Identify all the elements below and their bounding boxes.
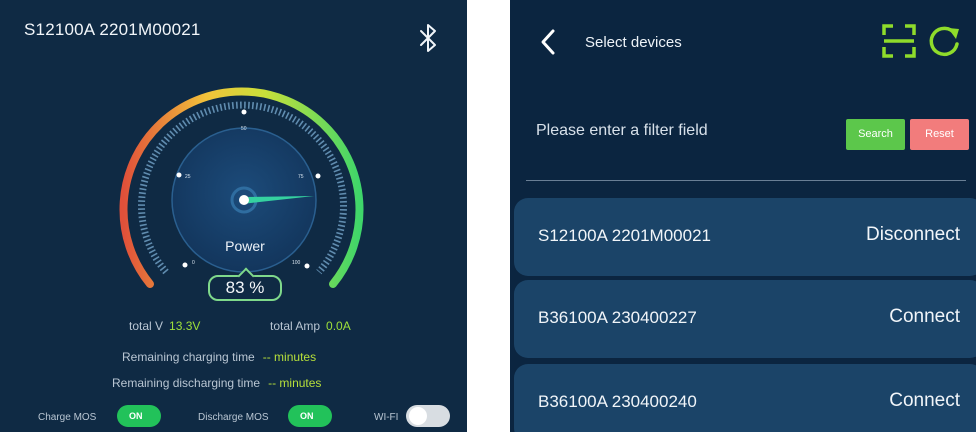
scan-icon[interactable] [882, 24, 916, 58]
total-amp: total Amp 0.0A [270, 319, 351, 333]
tick-label: 50 [241, 126, 247, 132]
charge-mos-toggle[interactable]: ON [117, 405, 161, 427]
discharge-mos-state: ON [300, 411, 314, 421]
device-row[interactable]: B36100A 230400240 Connect [514, 364, 976, 432]
gauge-hub [239, 195, 249, 205]
connect-button[interactable]: Connect [889, 390, 960, 412]
device-title: S12100A 2201M00021 [24, 20, 201, 39]
connect-button[interactable]: Connect [889, 306, 960, 328]
total-voltage: total V 13.3V [129, 319, 200, 333]
device-select-panel: Select devices Please enter a filter fie… [510, 0, 976, 432]
discharging-time: Remaining discharging time -- minutes [112, 376, 321, 390]
discharging-time-label: Remaining discharging time [112, 376, 261, 390]
filter-input[interactable]: Please enter a filter field [536, 122, 708, 140]
tick-dot [304, 263, 310, 269]
total-amp-value: 0.0A [326, 319, 351, 333]
discharge-mos-toggle[interactable]: ON [288, 405, 332, 427]
device-row[interactable]: B36100A 230400227 Connect [514, 280, 976, 358]
wifi-label: WI-FI [374, 412, 399, 423]
disconnect-button[interactable]: Disconnect [866, 224, 960, 246]
wifi-toggle[interactable] [406, 405, 450, 427]
reset-button[interactable]: Reset [910, 119, 969, 150]
discharging-time-value: -- minutes [268, 376, 322, 390]
charging-time-label: Remaining charging time [122, 350, 255, 364]
device-name: S12100A 2201M00021 [538, 226, 711, 245]
battery-status-panel: S12100A 2201M00021 0 25 50 75 100 Power … [0, 0, 467, 432]
tick-dot [182, 262, 188, 268]
tick-label: 0 [192, 260, 195, 266]
tick-label: 75 [298, 174, 304, 180]
divider [526, 180, 966, 181]
device-name: B36100A 230400227 [538, 308, 697, 327]
total-voltage-label: total V [129, 319, 164, 333]
battery-percent: 83 % [208, 275, 282, 301]
gauge-label: Power [225, 238, 265, 254]
total-amp-label: total Amp [270, 319, 321, 333]
power-gauge: 0 25 50 75 100 [119, 87, 364, 288]
tick-label: 100 [292, 260, 301, 266]
refresh-icon[interactable] [926, 24, 962, 60]
tick-dot [176, 172, 182, 178]
device-name: B36100A 230400240 [538, 392, 697, 411]
search-button[interactable]: Search [846, 119, 905, 150]
discharge-mos-label: Discharge MOS [198, 412, 269, 423]
chevron-left-icon[interactable] [540, 28, 556, 56]
charge-mos-state: ON [129, 411, 143, 421]
tick-dot [315, 173, 321, 179]
page-title: Select devices [585, 34, 682, 51]
tick-dot [241, 109, 247, 115]
charge-mos-label: Charge MOS [38, 412, 97, 423]
device-row[interactable]: S12100A 2201M00021 Disconnect [514, 198, 976, 276]
charging-time-value: -- minutes [262, 350, 317, 364]
total-voltage-value: 13.3V [169, 319, 201, 333]
charging-time: Remaining charging time -- minutes [122, 350, 316, 364]
bluetooth-icon[interactable] [416, 22, 440, 54]
tick-label: 25 [185, 174, 191, 180]
toggle-knob [409, 407, 427, 425]
